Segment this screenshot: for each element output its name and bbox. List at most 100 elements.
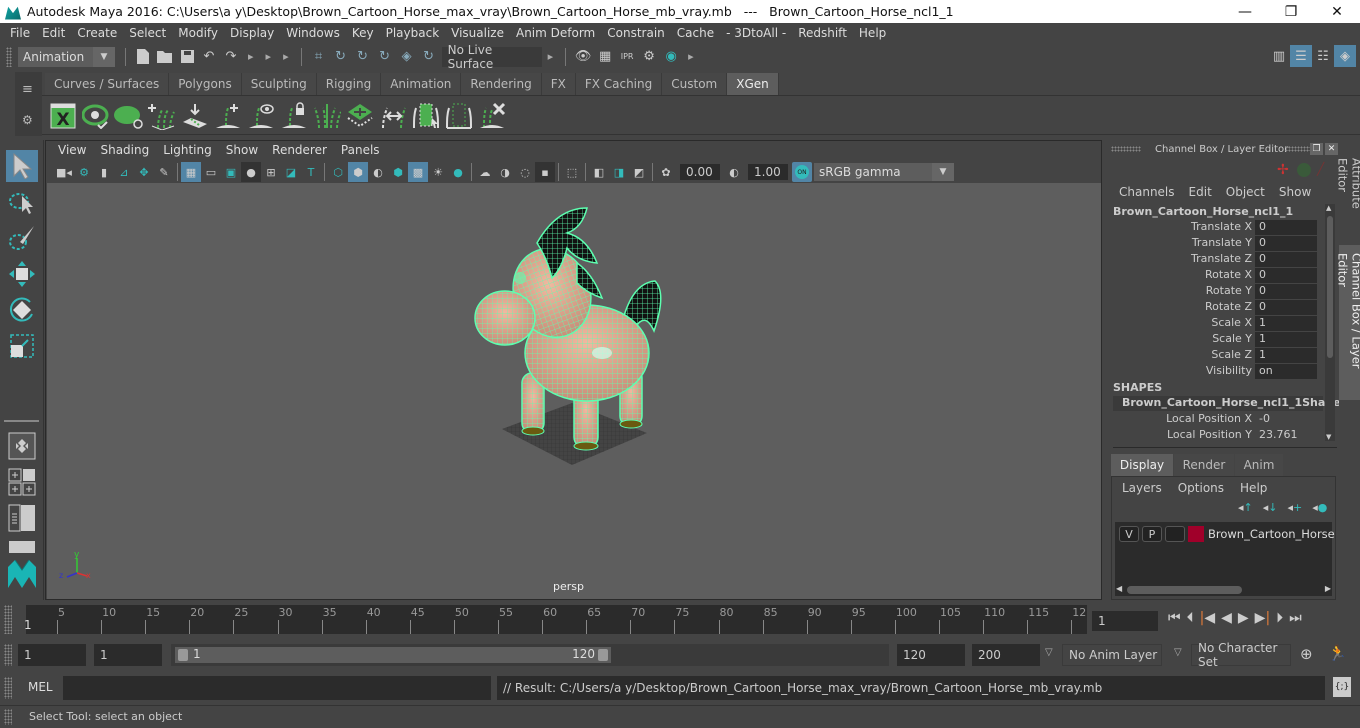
xgen-density-icon[interactable] <box>343 99 376 133</box>
time-slider[interactable]: 1 5 10 15 20 25 30 35 40 45 50 55 60 65 70 75 80 85 90 95 1… <box>15 605 1087 634</box>
shadows-icon[interactable]: ● <box>448 162 468 182</box>
shelf-tab-rigging[interactable]: Rigging <box>316 73 382 95</box>
lasso-tool-icon[interactable] <box>6 186 38 218</box>
shelf-menu-icon[interactable]: ≡ <box>22 82 33 97</box>
restore-button[interactable]: ❐ <box>1268 0 1314 23</box>
channel-row[interactable]: Local Position Y 23.761 <box>1105 428 1323 444</box>
channel-value[interactable]: 0 <box>1255 252 1317 268</box>
3d-viewport[interactable]: y x z persp <box>47 183 1101 599</box>
animation-end-field[interactable]: 200 <box>972 644 1040 666</box>
menu-create[interactable]: Create <box>73 26 122 40</box>
xgen-window-icon[interactable]: X <box>46 99 79 133</box>
scrollbar-thumb[interactable] <box>1127 586 1242 594</box>
menu-windows[interactable]: Windows <box>282 26 345 40</box>
channel-value[interactable]: 1 <box>1255 316 1317 332</box>
safe-title-icon[interactable]: T <box>301 162 321 182</box>
live-surface-field[interactable]: No Live Surface <box>441 43 542 71</box>
channel-row[interactable]: Scale X1 <box>1105 316 1323 332</box>
animation-preferences-icon[interactable]: 🏃 <box>1328 644 1347 662</box>
menu-anim-deform[interactable]: Anim Deform <box>512 26 600 40</box>
menuset-dropdown[interactable]: Animation ▼ <box>18 46 115 67</box>
viewport-menu-panels[interactable]: Panels <box>337 143 385 161</box>
viewport-menu-shading[interactable]: Shading <box>96 143 154 161</box>
step-forward-frame-icon[interactable]: ⏵ <box>1276 610 1283 626</box>
viewport-menu-renderer[interactable]: Renderer <box>268 143 332 161</box>
step-back-frame-icon[interactable]: ⏴ <box>1187 610 1194 626</box>
channel-value[interactable]: 0 <box>1255 220 1317 236</box>
close-panel-icon[interactable]: ✕ <box>1325 143 1338 155</box>
script-language-toggle[interactable]: MEL <box>28 680 53 694</box>
auto-key-toggle-icon[interactable]: ⊕ <box>1300 645 1313 663</box>
move-layer-down-icon[interactable]: ◂↓ <box>1263 501 1278 514</box>
snap-to-point-icon[interactable]: ↻ <box>352 46 374 68</box>
channel-row[interactable]: Local Position X -0 <box>1105 412 1323 428</box>
shelf-tab-fx-caching[interactable]: FX Caching <box>575 73 663 95</box>
xgen-add-guides-icon[interactable] <box>145 99 178 133</box>
character-set-dropdown[interactable]: No Character Set <box>1191 641 1291 669</box>
layer-menu-help[interactable]: Help <box>1240 481 1267 495</box>
range-slider-track[interactable]: 1 120 <box>175 647 611 663</box>
make-live-icon[interactable]: ↻ <box>418 46 440 68</box>
collapse-arrow-icon[interactable]: ▸ <box>266 50 272 63</box>
channel-row[interactable]: Translate Y0 <box>1105 236 1323 252</box>
scale-tool-icon[interactable] <box>6 330 38 362</box>
screen-space-ao-icon[interactable]: ☁ <box>475 162 495 182</box>
hypershade-icon[interactable]: ◉ <box>660 46 682 68</box>
four-view-layout-icon[interactable] <box>6 466 38 498</box>
shelf-tab-curves-surfaces[interactable]: Curves / Surfaces <box>45 73 170 95</box>
menu-select[interactable]: Select <box>125 26 171 40</box>
film-gate-icon[interactable]: ▭ <box>201 162 221 182</box>
scroll-down-icon[interactable]: ▼ <box>1326 433 1331 441</box>
close-button[interactable]: ✕ <box>1314 0 1360 23</box>
gamma-icon[interactable]: ◐ <box>724 162 744 182</box>
layer-hscrollbar[interactable]: ◀ ▶ <box>1115 584 1332 596</box>
wireframe-icon[interactable]: ⬡ <box>328 162 348 182</box>
xgen-clear-preview-icon[interactable] <box>112 99 145 133</box>
shelf-tab-animation[interactable]: Animation <box>381 73 462 95</box>
channel-value[interactable]: 0 <box>1255 300 1317 316</box>
grip-handle[interactable] <box>6 46 12 67</box>
channel-row[interactable]: Scale Y1 <box>1105 332 1323 348</box>
channel-menu-channels[interactable]: Channels <box>1119 185 1175 199</box>
layer-visibility-toggle[interactable]: V <box>1119 526 1139 542</box>
menu-key[interactable]: Key <box>348 26 379 40</box>
layer-tab-render[interactable]: Render <box>1174 454 1234 476</box>
xgen-place-guides-icon[interactable] <box>178 99 211 133</box>
channel-row[interactable]: Visibility on <box>1105 364 1323 380</box>
scroll-left-icon[interactable]: ◀ <box>1116 584 1122 593</box>
color-space-dropdown[interactable]: sRGB gamma ▼ <box>814 163 954 181</box>
play-forwards-icon[interactable]: ▶ <box>1238 610 1249 626</box>
tool-settings-icon[interactable]: ☷ <box>1312 45 1334 67</box>
command-result[interactable]: // Result: C:/Users/a y/Desktop/Brown_Ca… <box>497 676 1325 700</box>
step-back-key-icon[interactable]: |◀ <box>1200 610 1216 626</box>
move-layer-up-icon[interactable]: ◂↑ <box>1238 501 1253 514</box>
render-settings-icon[interactable]: ⚙ <box>638 46 660 68</box>
xray-icon[interactable]: ⬢ <box>388 162 408 182</box>
hyper-icon[interactable]: ╱ <box>1317 162 1324 176</box>
safe-action-icon[interactable]: ◪ <box>281 162 301 182</box>
exposure-icon[interactable]: ✿ <box>656 162 676 182</box>
go-to-end-icon[interactable]: ⏭ <box>1289 610 1302 626</box>
menu-display[interactable]: Display <box>226 26 279 40</box>
collapse-arrow-icon[interactable]: ▸ <box>283 50 289 63</box>
menu-modify[interactable]: Modify <box>174 26 223 40</box>
wireframe-on-shaded-icon[interactable]: ◐ <box>368 162 388 182</box>
layer-tab-display[interactable]: Display <box>1111 454 1173 476</box>
shelf-settings-gear-icon[interactable]: ⚙ <box>22 113 33 127</box>
speed-icon[interactable] <box>1297 163 1311 177</box>
textured-icon[interactable]: ▩ <box>408 162 428 182</box>
attribute-editor-toggle-icon[interactable]: ☰ <box>1290 45 1312 67</box>
layer-tab-anim[interactable]: Anim <box>1235 454 1283 476</box>
shape-name[interactable]: Brown_Cartoon_Horse_ncl1_1Shape <box>1113 396 1341 411</box>
gate-mask-icon[interactable]: ● <box>241 162 261 182</box>
xgen-preview-icon[interactable] <box>79 99 112 133</box>
range-slider[interactable]: 1 120 <box>171 644 889 666</box>
backface-culling-icon[interactable]: ◩ <box>629 162 649 182</box>
snap-to-projected-center-icon[interactable]: ↻ <box>374 46 396 68</box>
open-scene-icon[interactable] <box>154 46 176 68</box>
select-camera-icon[interactable]: ■◂ <box>54 162 74 182</box>
step-forward-key-icon[interactable]: ▶| <box>1255 610 1271 626</box>
ipr-render-icon[interactable]: IPR <box>616 46 638 68</box>
character-set-menu-icon[interactable]: ▽ <box>1174 647 1182 658</box>
playback-end-field[interactable]: 120 <box>897 644 965 666</box>
